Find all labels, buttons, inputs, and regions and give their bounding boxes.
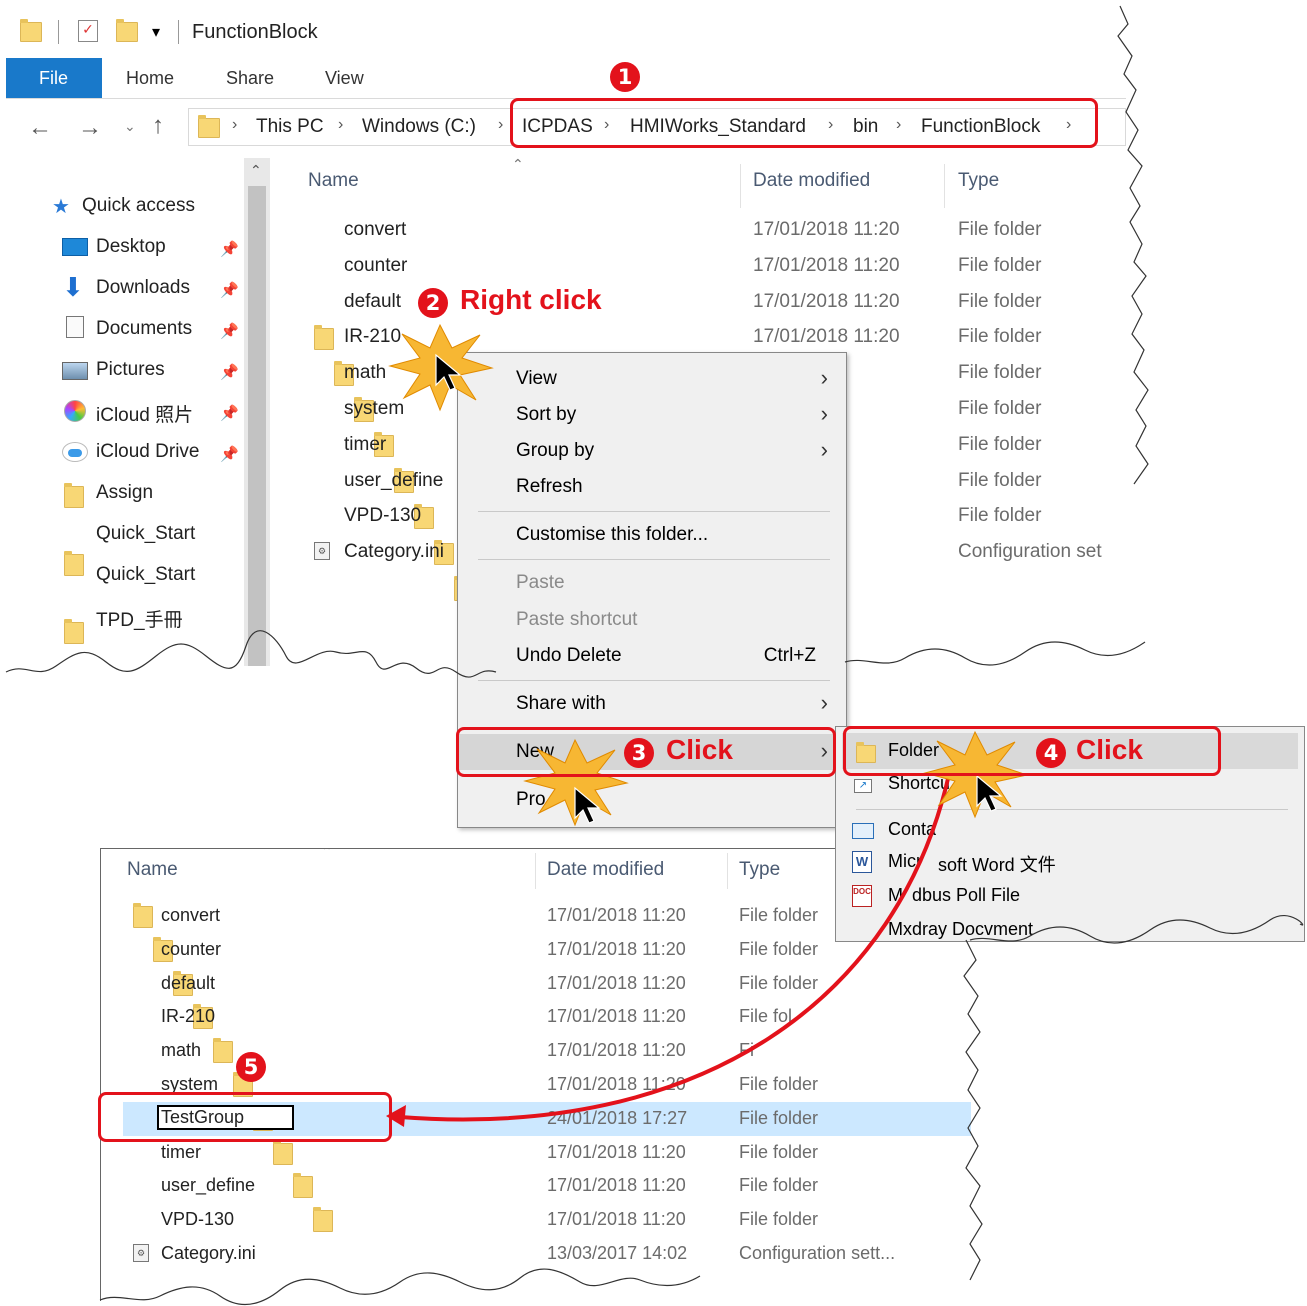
torn-edge <box>99 1268 701 1306</box>
step-text-right-click: Right click <box>460 284 602 315</box>
torn-edge <box>844 641 1146 666</box>
testgroup-highlight <box>98 1092 392 1142</box>
annotation-arrow <box>399 769 952 1122</box>
step-badge-5: 5 <box>236 1052 266 1082</box>
torn-edge <box>963 939 983 1281</box>
folder-highlight <box>843 726 1221 776</box>
breadcrumb-highlight <box>510 98 1098 148</box>
torn-edge <box>5 630 497 678</box>
torn-edge <box>969 914 1304 944</box>
step-badge-1: 1 <box>610 62 640 92</box>
torn-edge <box>1117 5 1149 485</box>
step-badge-3: 3 <box>624 738 654 768</box>
step-text-click: Click <box>666 734 733 765</box>
step-badge-2: 2 <box>418 288 448 318</box>
step-badge-4: 4 <box>1036 738 1066 768</box>
step-text-click: Click <box>1076 734 1143 765</box>
